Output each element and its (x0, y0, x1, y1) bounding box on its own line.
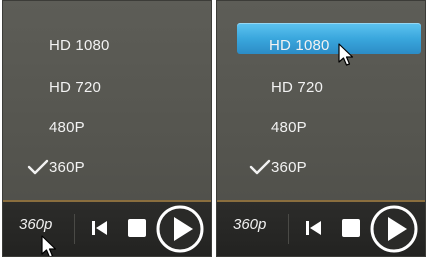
quality-option-360p[interactable]: 360P (3, 153, 211, 183)
play-icon[interactable] (370, 205, 418, 253)
quality-option-label: HD 1080 (269, 37, 330, 54)
quality-option-label: HD 720 (271, 79, 324, 96)
checkmark-icon (27, 159, 49, 175)
stop-icon[interactable] (127, 218, 147, 238)
mouse-cursor-icon (41, 235, 57, 256)
stop-icon[interactable] (341, 218, 361, 238)
quality-option-label: 360P (49, 159, 85, 176)
quality-option-label: 480P (271, 119, 307, 136)
checkmark-icon (249, 159, 271, 175)
quality-option-480p[interactable]: 480P (3, 113, 211, 143)
divider (288, 214, 289, 244)
quality-option-480p[interactable]: 480P (217, 113, 425, 143)
quality-option-label: 480P (49, 119, 85, 136)
player-control-bar: 360p (3, 200, 211, 256)
quality-selector-button[interactable]: 360p (233, 216, 266, 233)
quality-option-360p[interactable]: 360P (217, 153, 425, 183)
quality-option-hd720[interactable]: HD 720 (3, 73, 211, 103)
player-control-bar: 360p (217, 200, 425, 256)
quality-menu-panel-right: HD 1080 HD 720 480P 360P 360p (216, 0, 426, 257)
play-icon[interactable] (156, 205, 204, 253)
skip-back-icon[interactable] (91, 219, 109, 237)
skip-back-icon[interactable] (305, 219, 323, 237)
quality-option-label: 360P (271, 159, 307, 176)
quality-option-label: HD 1080 (49, 37, 110, 54)
quality-selector-button[interactable]: 360p (19, 216, 52, 233)
quality-option-hd1080[interactable]: HD 1080 (217, 31, 425, 61)
quality-option-hd1080[interactable]: HD 1080 (3, 31, 211, 61)
quality-option-label: HD 720 (49, 79, 102, 96)
mouse-cursor-icon (338, 43, 354, 66)
quality-option-hd720[interactable]: HD 720 (217, 73, 425, 103)
divider (74, 214, 75, 244)
quality-menu-panel-left: HD 1080 HD 720 480P 360P 360p (2, 0, 212, 257)
